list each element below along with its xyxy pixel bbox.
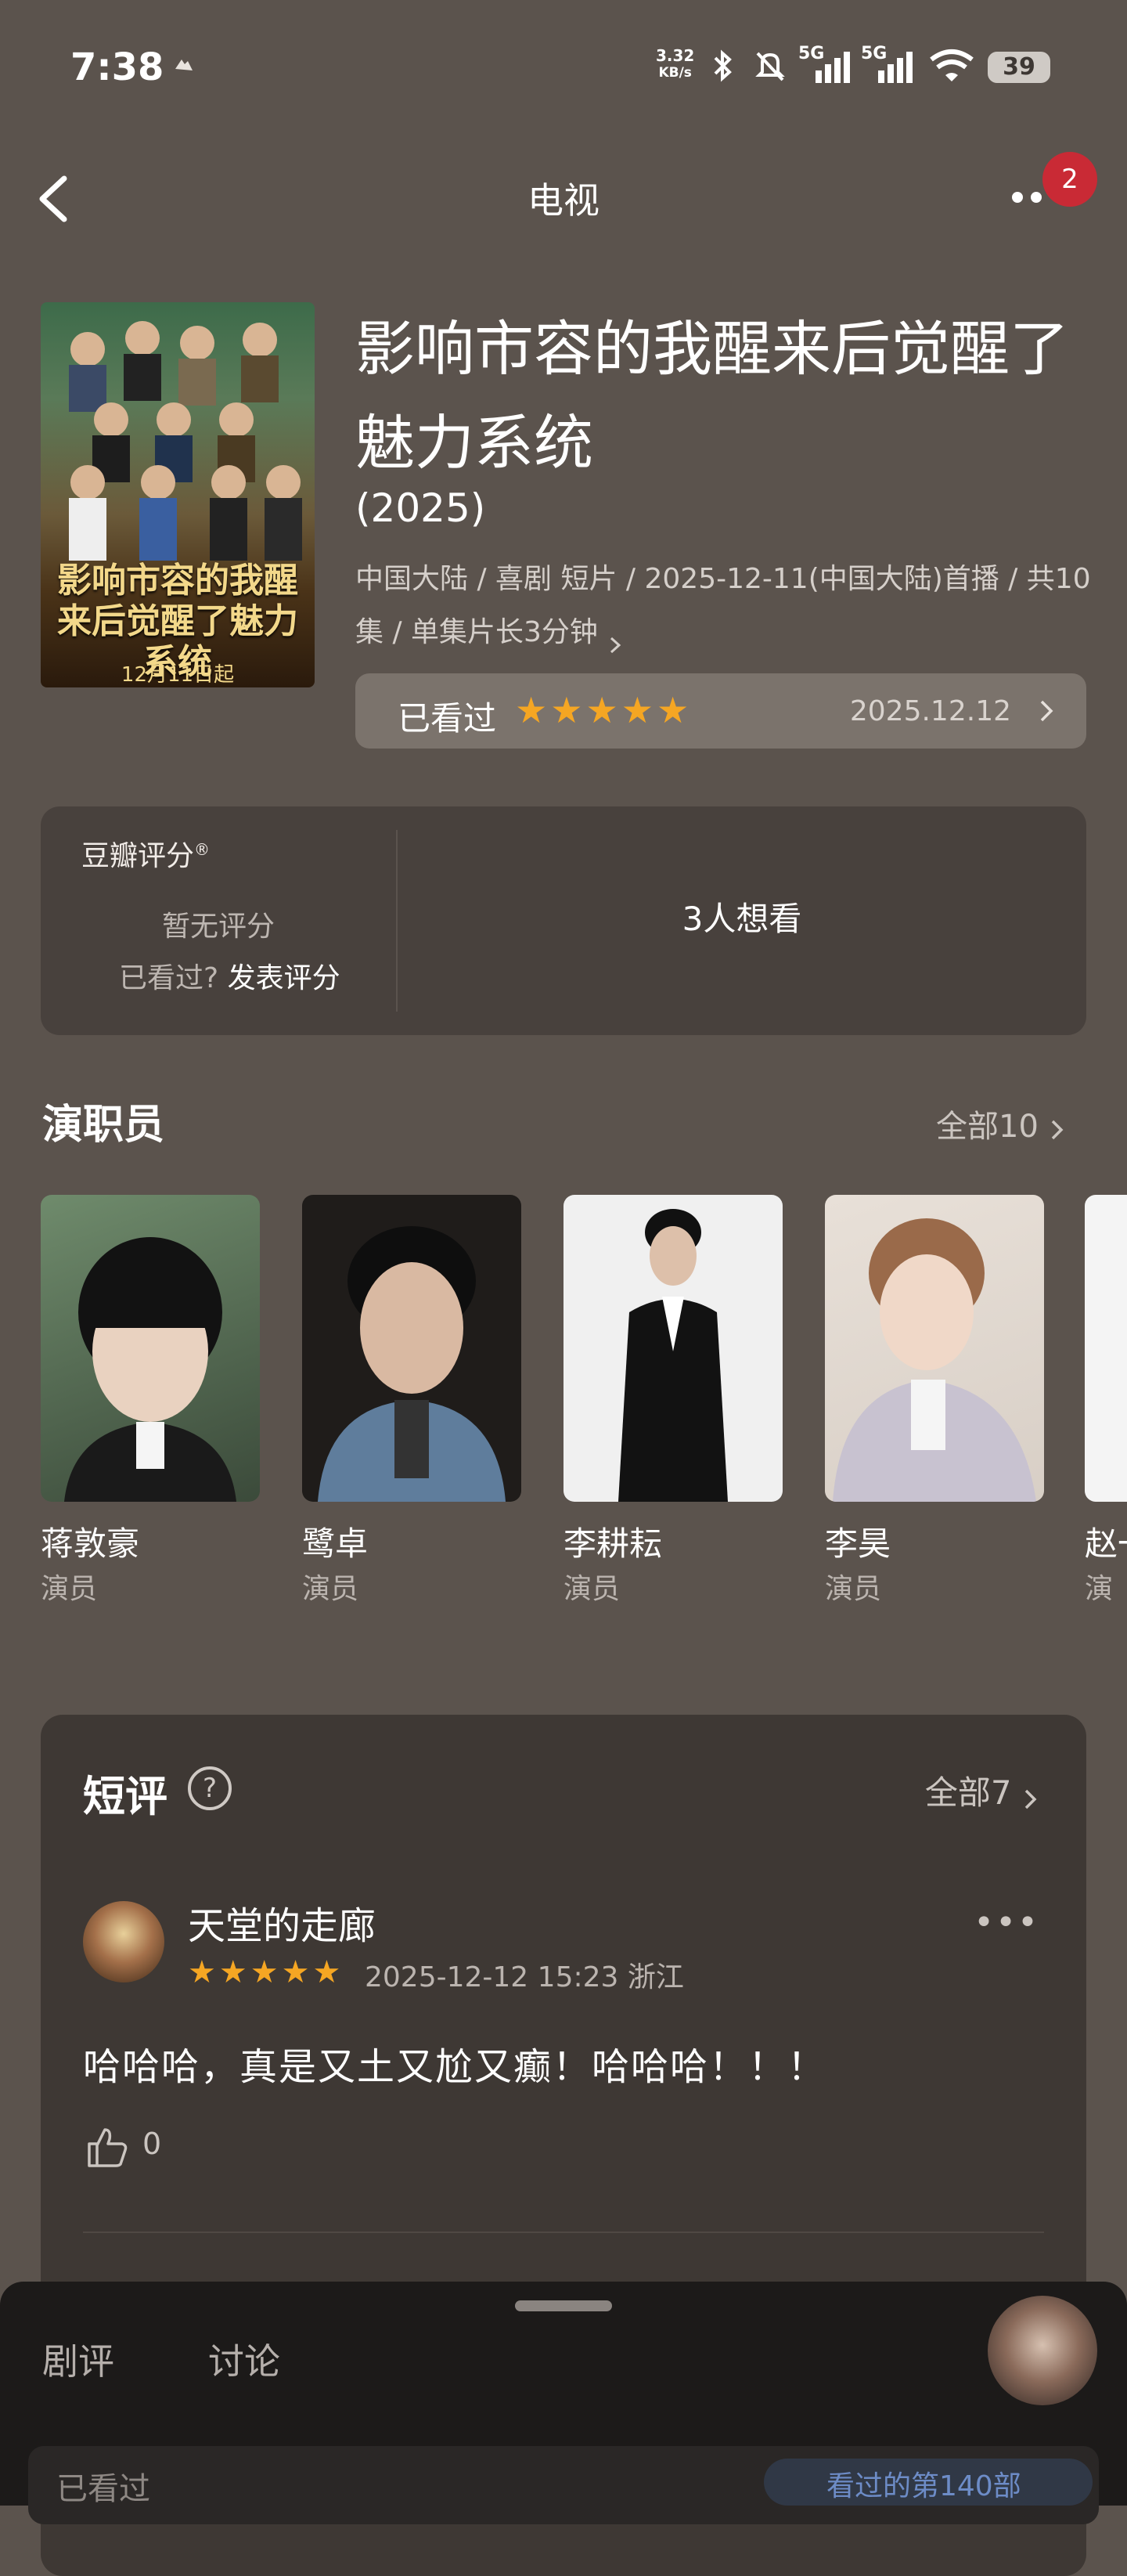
watched-status: 已看过 [56,2471,150,2507]
cast-card[interactable]: 李耕耘 演员 [564,1195,783,1605]
cast-name: 李昊 [825,1524,891,1563]
chevron-right-icon [607,622,624,654]
no-rating-text: 暂无评分 [161,911,275,943]
cast-name: 赵一 [1085,1524,1127,1563]
cast-card[interactable]: 蒋敦豪 演员 [41,1195,260,1605]
work-meta-text: 中国大陆 / 喜剧 短片 / 2025-12-11(中国大陆)首播 / 共10集… [355,563,1091,648]
review-datetime: 2025-12-12 15:23 浙江 [365,1961,684,1993]
post-rating-link[interactable]: 发表评分 [228,962,340,994]
cast-photo [1085,1195,1127,1502]
sheet-drag-handle[interactable] [515,2300,612,2311]
poster-image[interactable]: 影响市容的我醒来后觉醒了魅力系统 12月11日起 [41,302,315,687]
short-review-all-link[interactable]: 全部7 [925,1766,1039,1814]
work-year: (2025) [355,485,486,531]
review-more-icon[interactable]: ••• [974,1903,1039,1943]
signal-icon-2: 5G [861,44,917,86]
cast-name: 蒋敦豪 [41,1524,140,1563]
battery-icon: 39 [988,52,1050,83]
like-count: 0 [142,2127,162,2161]
status-bar: 7:38 3.32 KB/s 5G 5G 39 [0,0,1127,133]
star-icon: ★ [218,1954,247,1990]
user-avatar[interactable] [83,1901,164,1983]
bluetooth-icon [711,49,734,83]
review-stars: ★ ★ ★ ★ ★ [188,1954,340,1990]
watched-count-text: 看过的第140部 [826,2470,1021,2502]
review-username[interactable]: 天堂的走廊 [188,1895,376,1950]
cast-all-text: 全部10 [936,1109,1039,1145]
more-options-icon[interactable] [994,180,1049,211]
thumbs-up-icon[interactable] [83,2123,130,2170]
cast-photo [302,1195,521,1502]
signal-icon-1: 5G [798,44,855,86]
star-icon: ★ [250,1954,279,1990]
cast-all-link[interactable]: 全部10 [936,1101,1066,1146]
poster-date: 12月11日起 [121,663,235,687]
star-icon: ★ [515,689,548,731]
registered-mark: ® [194,840,211,859]
watched-question: 已看过? 发表评分 [119,955,340,996]
wifi-icon [928,49,975,83]
work-title: 影响市容的我醒来后觉醒了魅力系统 [355,314,1069,478]
bottom-sheet: 剧评 讨论 已看过 看过的第140部 [0,2282,1127,2524]
battery-level: 39 [988,52,1050,83]
watched-label: 已看过 [398,699,497,738]
want-to-see-count[interactable]: 3人想看 [398,893,1086,940]
star-icon: ★ [550,689,583,731]
star-icon: ★ [657,689,690,731]
cast-card[interactable]: 鹭卓 演员 [302,1195,521,1605]
current-user-avatar[interactable] [988,2296,1097,2405]
star-icon: ★ [585,689,618,731]
star-icon: ★ [312,1954,341,1990]
rating-title: 豆瓣评分® [81,833,210,874]
cast-name: 李耕耘 [564,1524,663,1563]
status-time: 7:38 [70,45,164,89]
poster-cast-illustration [69,321,302,561]
back-button[interactable] [31,168,78,230]
page-title: 电视 [527,179,600,222]
cast-role: 演员 [1085,1573,1114,1602]
net-speed-value: 3.32 [656,46,695,65]
rating-title-text: 豆瓣评分 [81,840,195,872]
chevron-right-icon [1049,1115,1066,1142]
work-meta[interactable]: 中国大陆 / 喜剧 短片 / 2025-12-11(中国大陆)首播 / 共10集… [355,553,1091,659]
cast-role: 演员 [302,1573,359,1605]
net-speed: 3.32 KB/s [656,47,694,81]
star-icon: ★ [621,689,654,731]
cast-photo [825,1195,1044,1502]
review-text: 哈哈哈，真是又土又尬又癫！哈哈哈！！！ [83,2045,827,2089]
star-icon: ★ [188,1954,216,1990]
notification-badge: 2 [1042,152,1097,207]
chevron-right-icon [1038,697,1055,728]
help-icon[interactable]: ? [188,1766,232,1810]
notification-icon [174,56,194,74]
watched-stars: ★ ★ ★ ★ ★ [515,689,689,731]
watched-count-pill[interactable]: 看过的第140部 [764,2459,1093,2506]
cast-section-title: 演职员 [42,1102,165,1149]
short-review-title: 短评 [83,1772,167,1821]
cast-role: 演员 [564,1573,621,1605]
cast-photo [564,1195,783,1502]
short-review-all-text: 全部7 [924,1773,1012,1812]
douban-rating-card: 豆瓣评分® 暂无评分 已看过? 发表评分 3人想看 [41,806,1086,1035]
tab-discussion[interactable]: 讨论 [208,2333,280,2385]
mute-bell-icon [753,49,787,83]
cast-card[interactable]: 李昊 演员 [825,1195,1044,1605]
cast-role: 演员 [825,1573,882,1605]
cast-photo [41,1195,260,1502]
divider [83,2231,1044,2233]
chevron-right-icon [1022,1782,1039,1809]
watched-question-text: 已看过? [119,962,219,994]
cast-name: 鹭卓 [302,1524,369,1563]
tab-drama-review[interactable]: 剧评 [42,2333,114,2385]
watched-rating-bar[interactable]: 已看过 ★ ★ ★ ★ ★ 2025.12.12 [355,673,1086,749]
cast-card[interactable]: 赵一 演员 [1085,1195,1127,1602]
cast-role: 演员 [41,1573,98,1605]
sheet-status-bar[interactable]: 已看过 看过的第140部 [28,2446,1099,2524]
star-icon: ★ [281,1954,310,1990]
watched-date: 2025.12.12 [849,695,1011,727]
net-speed-unit: KB/s [658,65,692,81]
